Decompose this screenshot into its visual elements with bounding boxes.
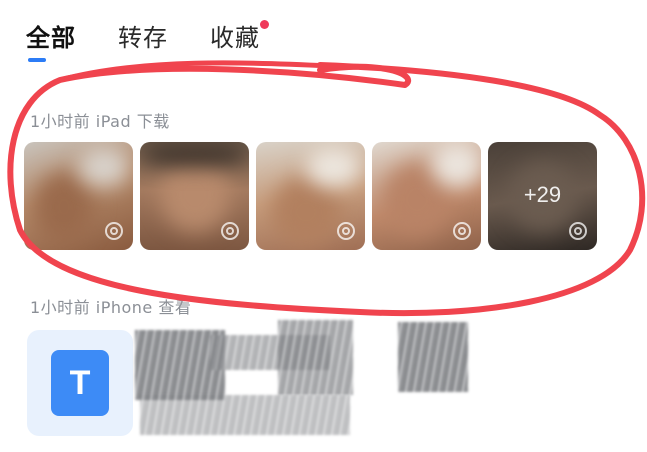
- photo-thumbnail[interactable]: [24, 142, 133, 250]
- redacted-filename: [140, 395, 350, 435]
- redacted-filename: [278, 320, 353, 395]
- live-photo-icon: [453, 222, 471, 240]
- tab-bar: 全部 转存 收藏: [26, 20, 269, 54]
- photo-thumbnail[interactable]: [256, 142, 365, 250]
- tab-saved-label: 转存: [118, 24, 168, 52]
- tab-favorites[interactable]: 收藏: [210, 20, 269, 54]
- photo-thumbnails: +29: [24, 142, 597, 250]
- tab-all-label: 全部: [26, 24, 76, 52]
- document-file-icon[interactable]: T: [27, 330, 133, 436]
- group-label-ipad: 1小时前 iPad 下载: [30, 112, 170, 131]
- live-photo-icon: [337, 222, 355, 240]
- active-tab-indicator: [28, 58, 46, 62]
- live-photo-icon: [569, 222, 587, 240]
- live-photo-icon: [105, 222, 123, 240]
- more-photos-count: +29: [523, 182, 562, 207]
- photo-thumbnail[interactable]: [140, 142, 249, 250]
- tab-saved[interactable]: 转存: [118, 22, 168, 54]
- tab-favorites-label: 收藏: [210, 24, 260, 52]
- live-photo-icon: [221, 222, 239, 240]
- document-icon: T: [51, 350, 109, 416]
- more-photos-thumbnail[interactable]: +29: [488, 142, 597, 250]
- recent-files-screen: 全部 转存 收藏 1小时前 iPad 下载 +29 1小时前 iPhone 查看…: [0, 0, 647, 452]
- redacted-filename: [398, 322, 468, 392]
- notification-dot: [260, 20, 269, 29]
- photo-thumbnail[interactable]: [372, 142, 481, 250]
- group-label-iphone: 1小时前 iPhone 查看: [30, 298, 192, 317]
- tab-all[interactable]: 全部: [26, 22, 76, 54]
